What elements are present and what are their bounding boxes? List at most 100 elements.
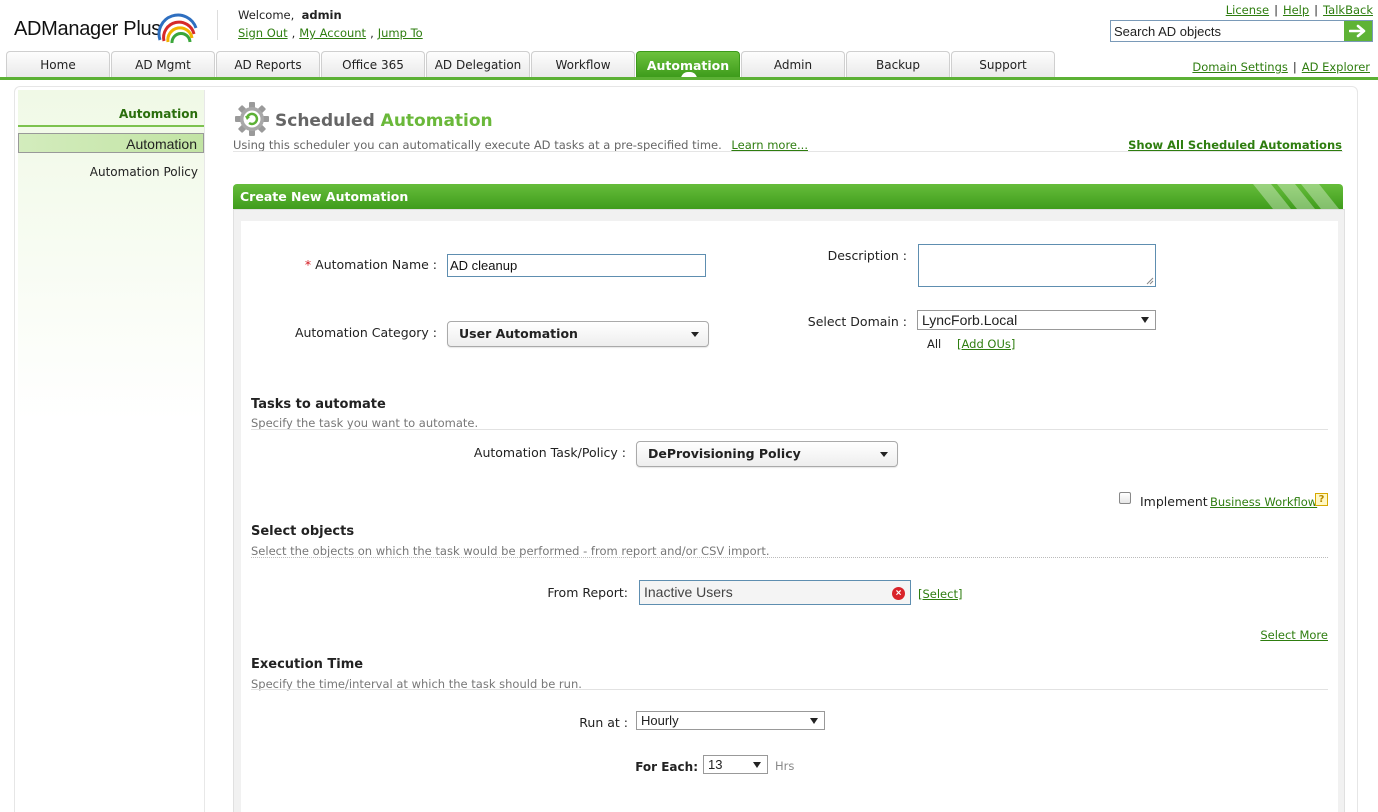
run-at-select[interactable]: Hourly — [636, 711, 825, 730]
sign-out-link[interactable]: Sign Out — [238, 26, 288, 40]
automation-category-label: Automation Category : — [294, 325, 437, 340]
automation-name-label-text: Automation Name : — [315, 257, 437, 272]
main-tabs: Home AD Mgmt AD Reports Office 365 AD De… — [6, 51, 1055, 79]
tab-office-365[interactable]: Office 365 — [321, 51, 425, 78]
execution-section-divider — [251, 689, 1328, 690]
chevron-down-icon — [1141, 317, 1149, 323]
business-workflow-link[interactable]: Business Workflow — [1210, 495, 1317, 509]
for-each-value: 13 — [708, 757, 723, 772]
create-automation-header: Create New Automation — [233, 184, 1343, 209]
automation-category-value: User Automation — [459, 326, 578, 341]
jump-to-link[interactable]: Jump To — [378, 26, 423, 40]
resize-grip-icon — [1146, 277, 1154, 285]
welcome-text: Welcome, admin — [238, 8, 342, 22]
from-report-value: Inactive Users — [644, 584, 733, 600]
automation-task-dropdown[interactable]: DeProvisioning Policy — [636, 441, 898, 467]
show-all-scheduled-link[interactable]: Show All Scheduled Automations — [1128, 138, 1342, 152]
chevron-down-icon — [810, 718, 818, 724]
tasks-section-title: Tasks to automate — [251, 397, 386, 412]
page-title-green: Automation — [380, 111, 493, 131]
automation-category-dropdown[interactable]: User Automation — [447, 321, 709, 347]
header-stripes-decoration — [1253, 184, 1339, 209]
sidebar-divider — [204, 90, 205, 812]
automation-task-label: Automation Task/Policy : — [473, 445, 626, 460]
help-question-icon[interactable]: ? — [1315, 493, 1328, 506]
automation-name-input[interactable]: AD cleanup — [447, 254, 706, 277]
objects-section-desc: Select the objects on which the task wou… — [251, 544, 770, 558]
tab-bar-underline — [0, 77, 1378, 80]
search-input[interactable] — [1111, 21, 1344, 41]
ad-explorer-link[interactable]: AD Explorer — [1302, 60, 1370, 74]
top-links: License | Help | TalkBack — [1225, 3, 1373, 17]
domain-select[interactable]: LyncForb.Local — [917, 310, 1156, 330]
admanager-logo[interactable]: ADManager Plus — [14, 8, 199, 48]
page-title-gray: Scheduled — [275, 111, 381, 131]
welcome-label: Welcome, — [238, 8, 295, 22]
logo-arcs-icon — [157, 13, 198, 44]
username: admin — [301, 8, 342, 22]
my-account-link[interactable]: My Account — [299, 26, 366, 40]
tab-workflow[interactable]: Workflow — [531, 51, 635, 78]
logo-text-light: Plus — [118, 18, 161, 40]
page-title: Scheduled Automation — [275, 111, 493, 131]
chevron-down-icon — [880, 452, 888, 457]
ou-scope: All — [927, 337, 942, 351]
search-box — [1110, 20, 1373, 42]
select-domain-label: Select Domain : — [807, 314, 907, 329]
sidebar-item-automation[interactable]: Automation — [18, 133, 204, 153]
page-subtitle-text: Using this scheduler you can automatical… — [233, 138, 722, 152]
page-subtitle: Using this scheduler you can automatical… — [233, 138, 808, 152]
objects-section-title: Select objects — [251, 524, 355, 539]
chevron-down-icon — [691, 332, 699, 337]
for-each-label: For Each: — [635, 760, 698, 774]
domain-select-value: LyncForb.Local — [922, 312, 1018, 328]
tasks-section-divider — [251, 429, 1328, 430]
execution-section-title: Execution Time — [251, 657, 364, 672]
subtitle-divider — [233, 151, 1343, 152]
description-label: Description : — [827, 248, 907, 263]
tab-ad-delegation[interactable]: AD Delegation — [426, 51, 530, 78]
app-root: ADManager Plus Welcome, admin Sign Out, M… — [0, 0, 1378, 812]
sidebar: Automation Automation Automation Policy — [18, 90, 204, 420]
learn-more-link[interactable]: Learn more... — [731, 138, 808, 152]
chevron-down-icon — [753, 762, 761, 768]
tab-admin[interactable]: Admin — [741, 51, 845, 78]
sidebar-item-automation-policy[interactable]: Automation Policy — [90, 165, 198, 179]
objects-section-divider — [251, 557, 1328, 558]
from-report-field[interactable]: Inactive Users × — [639, 580, 911, 605]
tab-ad-reports[interactable]: AD Reports — [216, 51, 320, 78]
for-each-select[interactable]: 13 — [703, 755, 768, 774]
tab-ad-mgmt[interactable]: AD Mgmt — [111, 51, 215, 78]
clear-icon[interactable]: × — [892, 587, 905, 600]
license-link[interactable]: License — [1226, 3, 1269, 17]
required-asterisk: * — [304, 257, 312, 272]
implement-label: Implement — [1140, 494, 1208, 509]
search-go-button[interactable] — [1344, 21, 1372, 41]
settings-links: Domain Settings | AD Explorer — [1192, 60, 1370, 74]
tab-home[interactable]: Home — [6, 51, 110, 78]
panel-title: Create New Automation — [240, 189, 409, 204]
select-more-link[interactable]: Select More — [1260, 628, 1328, 642]
add-ous-link[interactable]: [Add OUs] — [957, 337, 1015, 351]
implement-workflow-checkbox[interactable] — [1119, 492, 1131, 504]
tab-support[interactable]: Support — [951, 51, 1055, 78]
gear-icon — [233, 100, 271, 141]
description-textarea[interactable] — [918, 244, 1156, 287]
tasks-section-desc: Specify the task you want to automate. — [251, 416, 479, 430]
automation-task-value: DeProvisioning Policy — [648, 446, 801, 461]
help-link[interactable]: Help — [1283, 3, 1309, 17]
run-at-label: Run at : — [579, 715, 628, 730]
select-report-link[interactable]: [Select] — [918, 587, 962, 601]
hrs-label: Hrs — [775, 759, 795, 773]
talkback-link[interactable]: TalkBack — [1323, 3, 1373, 17]
domain-settings-link[interactable]: Domain Settings — [1192, 60, 1287, 74]
sidebar-heading: Automation — [118, 107, 198, 121]
user-links: Sign Out, My Account, Jump To — [238, 26, 423, 40]
sidebar-heading-underline — [18, 125, 204, 127]
automation-name-label: * Automation Name : — [290, 257, 437, 272]
arrow-right-icon — [1349, 24, 1366, 38]
tab-backup[interactable]: Backup — [846, 51, 950, 78]
logo-text-bold: ADManager — [14, 18, 119, 40]
tab-automation[interactable]: Automation — [636, 51, 740, 79]
header-divider — [217, 10, 218, 40]
